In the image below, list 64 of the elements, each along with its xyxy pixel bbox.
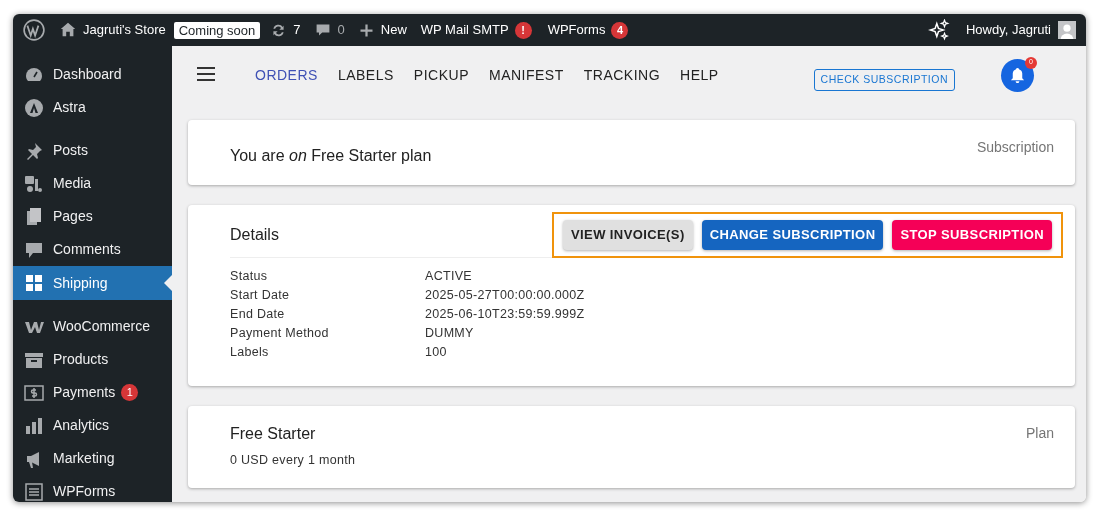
speech-bubble-icon (314, 22, 331, 38)
sidebar-item[interactable]: Payments 1 (13, 376, 172, 409)
field-label: End Date (230, 306, 286, 323)
home-icon (59, 21, 77, 39)
plan-name: Free Starter (230, 424, 317, 444)
sidebar-item[interactable]: Products (13, 343, 172, 376)
field-label: Payment Method (230, 325, 330, 342)
section-title: Details (230, 225, 280, 245)
sidebar-item[interactable]: Media (13, 167, 172, 200)
wordpress-logo-icon (23, 19, 45, 41)
form-icon (24, 481, 44, 502)
sidebar-item[interactable]: Pages (13, 200, 172, 233)
sidebar-item[interactable]: Dashboard (13, 58, 172, 91)
grid-icon (24, 273, 44, 293)
field-label: Status (230, 268, 269, 285)
sidebar-item[interactable]: Astra (13, 91, 172, 124)
sidebar-item[interactable]: Shipping (13, 266, 172, 300)
sidebar-item[interactable]: Posts (13, 134, 172, 167)
sparkle-icon (928, 19, 950, 41)
sidebar-item[interactable]: Comments (13, 233, 172, 266)
sidebar-item[interactable]: Marketing (13, 442, 172, 475)
nav-tab[interactable]: PICKUP (413, 64, 469, 86)
field-label: Start Date (230, 287, 291, 304)
nav-tab[interactable]: ORDERS (255, 64, 318, 86)
field-value: 2025-05-27T00:00:00.000Z (425, 287, 586, 304)
action-button[interactable]: VIEW INVOICE(S) (563, 220, 693, 250)
new-link[interactable]: New (380, 20, 407, 40)
site-name-link[interactable]: Jagruti's Store (83, 20, 166, 40)
section-label: Plan (1025, 424, 1054, 443)
check-subscription-button[interactable]: CHECK SUBSCRIPTION (813, 69, 955, 91)
notification-badge: 4 (611, 21, 629, 39)
plugin-link[interactable]: WPForms (547, 20, 606, 40)
sidebar-item[interactable]: WPForms (13, 475, 172, 502)
section-label: Subscription (976, 138, 1054, 157)
sidebar-item[interactable]: Analytics (13, 409, 172, 442)
notification-badge: ! (514, 21, 532, 39)
action-button[interactable]: STOP SUBSCRIPTION (892, 220, 1052, 250)
nav-tab[interactable]: TRACKING (583, 64, 661, 86)
bar-chart-icon (24, 415, 44, 436)
field-value: 100 (425, 344, 448, 361)
field-value: DUMMY (425, 325, 475, 342)
plan-price: 0 USD every 1 month (230, 452, 357, 469)
sidebar-item[interactable]: WooCommerce (13, 310, 172, 343)
plus-icon (358, 22, 374, 38)
account-link[interactable]: Howdy, Jagruti (966, 20, 1051, 40)
updates-count[interactable]: 7 (293, 20, 301, 40)
field-value: ACTIVE (425, 268, 473, 285)
nav-tab[interactable]: HELP (680, 64, 719, 86)
nav-tab[interactable]: LABELS (337, 64, 394, 86)
avatar-icon (1058, 21, 1076, 39)
field-label: Labels (230, 344, 270, 361)
a-logo-icon (24, 97, 44, 118)
comments-count[interactable]: 0 (337, 20, 345, 40)
plan-summary-text: You are on Free Starter plan (230, 146, 433, 166)
field-value: 2025-06-10T23:59:59.999Z (425, 306, 586, 323)
media-icon (24, 173, 44, 194)
menu-icon (196, 64, 216, 84)
notification-badge: 1 (121, 384, 139, 401)
dollar-icon (24, 382, 44, 403)
action-button[interactable]: CHANGE SUBSCRIPTION (701, 220, 884, 250)
pages-icon (24, 206, 44, 227)
nav-tab[interactable]: MANIFEST (488, 64, 564, 86)
plugin-link[interactable]: WP Mail SMTP (420, 20, 509, 40)
status-badge: Coming soon (173, 21, 261, 39)
